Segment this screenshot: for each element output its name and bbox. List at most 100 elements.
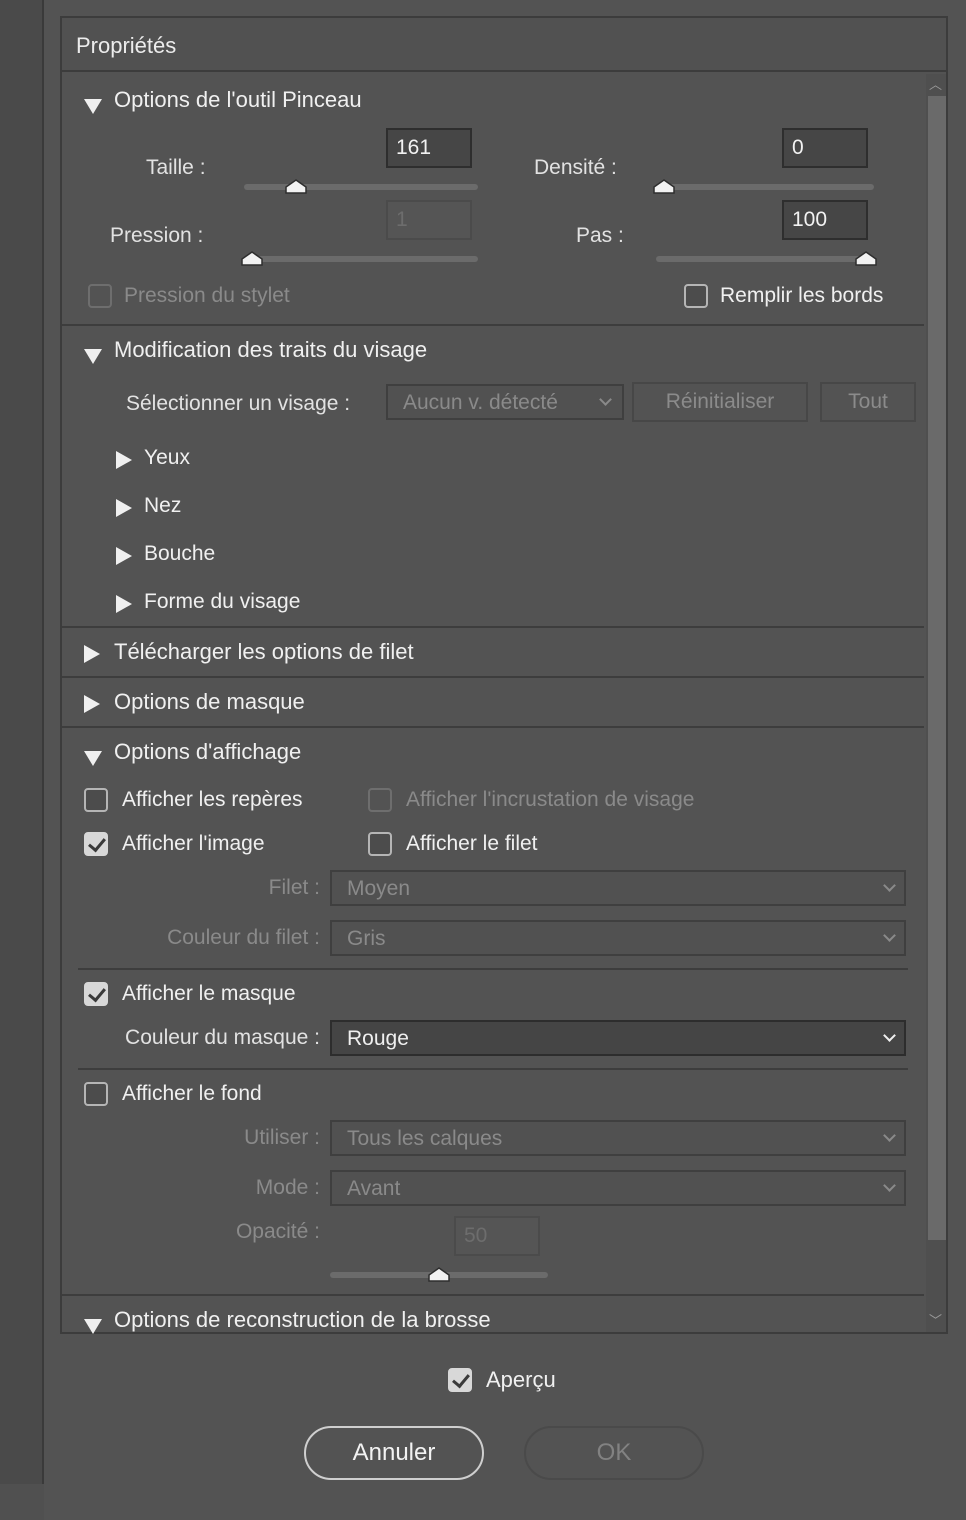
scroll-down-icon[interactable]: ﹀ bbox=[929, 1310, 942, 1329]
show-fond-checkbox[interactable] bbox=[84, 1082, 108, 1106]
filet-color-dropdown[interactable]: Gris bbox=[330, 920, 906, 956]
chevron-down-icon bbox=[883, 1129, 896, 1142]
scrollbar-thumb[interactable] bbox=[928, 96, 946, 1240]
pas-input[interactable]: 100 bbox=[782, 200, 868, 240]
all-button[interactable]: Tout bbox=[820, 382, 916, 422]
divider bbox=[62, 324, 924, 326]
filet-color-value: Gris bbox=[347, 927, 386, 950]
remplir-bords-label: Remplir les bords bbox=[720, 284, 884, 307]
densite-slider-track[interactable] bbox=[656, 184, 874, 190]
nose-expand-icon[interactable] bbox=[116, 497, 132, 523]
filet-dropdown[interactable]: Moyen bbox=[330, 870, 906, 906]
pression-slider-thumb[interactable] bbox=[241, 251, 263, 266]
utiliser-value: Tous les calques bbox=[347, 1127, 503, 1150]
left-panel-corner bbox=[0, 1484, 44, 1520]
chevron-down-icon bbox=[599, 393, 612, 406]
filet-label: Filet : bbox=[268, 876, 320, 899]
mode-label: Mode : bbox=[255, 1176, 320, 1199]
apercu-checkbox[interactable] bbox=[448, 1368, 472, 1392]
pas-label: Pas : bbox=[576, 224, 624, 247]
remplir-bords-checkbox[interactable] bbox=[684, 284, 708, 308]
face-shape-expand-icon[interactable] bbox=[116, 593, 132, 619]
opacite-label: Opacité : bbox=[235, 1220, 320, 1243]
taille-label: Taille : bbox=[146, 156, 206, 179]
utiliser-dropdown[interactable]: Tous les calques bbox=[330, 1120, 906, 1156]
mouth-expand-icon[interactable] bbox=[116, 545, 132, 571]
divider bbox=[62, 1294, 924, 1296]
mask-options-section-title[interactable]: Options de masque bbox=[114, 689, 305, 715]
show-image-checkbox[interactable] bbox=[84, 832, 108, 856]
panel-title: Propriétés bbox=[76, 33, 177, 58]
face-section-title[interactable]: Modification des traits du visage bbox=[114, 337, 427, 363]
face-item-eyes[interactable]: Yeux bbox=[144, 446, 190, 470]
filet-color-label: Couleur du filet : bbox=[167, 926, 320, 949]
face-item-shape[interactable]: Forme du visage bbox=[144, 590, 300, 614]
divider bbox=[62, 726, 924, 728]
show-filet-checkbox[interactable] bbox=[368, 832, 392, 856]
face-section-toggle-icon[interactable] bbox=[84, 344, 102, 370]
divider bbox=[62, 676, 924, 678]
panel-header: Propriétés bbox=[62, 18, 946, 72]
chevron-down-icon bbox=[883, 1029, 896, 1042]
show-image-label: Afficher l'image bbox=[122, 832, 265, 855]
show-incrustation-checkbox[interactable] bbox=[368, 788, 392, 812]
reset-button[interactable]: Réinitialiser bbox=[632, 382, 808, 422]
mode-dropdown[interactable]: Avant bbox=[330, 1170, 906, 1206]
pression-stylet-checkbox[interactable] bbox=[88, 284, 112, 308]
chevron-down-icon bbox=[883, 879, 896, 892]
divider bbox=[78, 1068, 908, 1070]
mesh-load-section-title[interactable]: Télécharger les options de filet bbox=[114, 639, 414, 665]
cancel-button[interactable]: Annuler bbox=[304, 1426, 484, 1480]
pression-stylet-label: Pression du stylet bbox=[124, 284, 290, 307]
apercu-label: Aperçu bbox=[486, 1367, 556, 1392]
brush-section-title[interactable]: Options de l'outil Pinceau bbox=[114, 87, 362, 113]
properties-panel: Propriétés ︿ ﹀ Options de l'outil Pincea… bbox=[60, 16, 948, 1334]
show-reperes-checkbox[interactable] bbox=[84, 788, 108, 812]
filet-value: Moyen bbox=[347, 877, 411, 900]
brush-section-toggle-icon[interactable] bbox=[84, 94, 102, 120]
eyes-expand-icon[interactable] bbox=[116, 449, 132, 475]
mode-value: Avant bbox=[347, 1177, 401, 1200]
taille-slider-track[interactable] bbox=[244, 184, 478, 190]
mask-color-dropdown[interactable]: Rouge bbox=[330, 1020, 906, 1056]
utiliser-label: Utiliser : bbox=[244, 1126, 320, 1149]
pas-slider-track[interactable] bbox=[656, 256, 874, 262]
face-item-nose[interactable]: Nez bbox=[144, 494, 181, 518]
show-incrustation-label: Afficher l'incrustation de visage bbox=[406, 788, 695, 811]
scrollbar[interactable]: ︿ ﹀ bbox=[926, 74, 946, 1332]
pression-label: Pression : bbox=[110, 224, 204, 247]
densite-label: Densité : bbox=[534, 156, 617, 179]
ok-button[interactable]: OK bbox=[524, 1426, 704, 1480]
display-section-title[interactable]: Options d'affichage bbox=[114, 739, 301, 765]
divider bbox=[78, 968, 908, 970]
reconstruction-section-title[interactable]: Options de reconstruction de la brosse bbox=[114, 1307, 491, 1333]
display-section-toggle-icon[interactable] bbox=[84, 746, 102, 772]
show-fond-label: Afficher le fond bbox=[122, 1082, 262, 1105]
mask-color-value: Rouge bbox=[347, 1027, 409, 1050]
densite-slider-thumb[interactable] bbox=[653, 179, 675, 194]
select-face-value: Aucun v. détecté bbox=[403, 391, 558, 414]
densite-input[interactable]: 0 bbox=[782, 128, 868, 168]
select-face-label: Sélectionner un visage : bbox=[126, 392, 351, 415]
chevron-down-icon bbox=[883, 929, 896, 942]
pression-input[interactable]: 1 bbox=[386, 200, 472, 240]
opacite-slider-thumb[interactable] bbox=[428, 1267, 450, 1282]
face-item-mouth[interactable]: Bouche bbox=[144, 542, 215, 566]
scroll-up-icon[interactable]: ︿ bbox=[929, 74, 942, 93]
mask-options-expand-icon[interactable] bbox=[84, 693, 100, 719]
show-mask-checkbox[interactable] bbox=[84, 982, 108, 1006]
opacite-input[interactable]: 50 bbox=[454, 1216, 540, 1256]
show-filet-label: Afficher le filet bbox=[406, 832, 538, 855]
show-mask-label: Afficher le masque bbox=[122, 982, 296, 1005]
mask-color-label: Couleur du masque : bbox=[125, 1026, 320, 1049]
mesh-load-expand-icon[interactable] bbox=[84, 643, 100, 669]
show-reperes-label: Afficher les repères bbox=[122, 788, 303, 811]
divider bbox=[62, 626, 924, 628]
pas-slider-thumb[interactable] bbox=[855, 251, 877, 266]
pression-slider-track[interactable] bbox=[244, 256, 478, 262]
select-face-dropdown[interactable]: Aucun v. détecté bbox=[386, 384, 624, 420]
taille-slider-thumb[interactable] bbox=[284, 179, 307, 194]
taille-input[interactable]: 161 bbox=[386, 128, 472, 168]
reconstruction-section-toggle-icon[interactable] bbox=[84, 1314, 102, 1340]
chevron-down-icon bbox=[883, 1179, 896, 1192]
